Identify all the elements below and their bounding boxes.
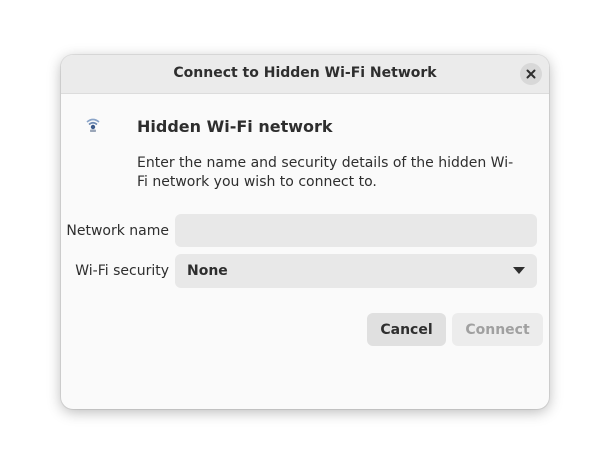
wifi-network-icon — [86, 118, 100, 132]
cancel-button[interactable]: Cancel — [367, 313, 446, 346]
titlebar: Connect to Hidden Wi-Fi Network — [61, 55, 549, 94]
close-icon — [526, 69, 536, 79]
connect-button[interactable]: Connect — [452, 313, 543, 346]
network-name-input[interactable] — [175, 214, 537, 247]
network-name-label: Network name — [66, 223, 169, 239]
close-button[interactable] — [520, 63, 542, 85]
dialog-description: Enter the name and security details of t… — [137, 155, 514, 190]
wifi-security-value: None — [187, 263, 228, 279]
wifi-security-label: Wi-Fi security — [75, 263, 169, 279]
hidden-wifi-dialog: Connect to Hidden Wi-Fi Network Hidden W… — [61, 55, 549, 409]
dropdown-arrow-icon — [513, 267, 525, 274]
dialog-title: Connect to Hidden Wi-Fi Network — [173, 65, 437, 81]
wifi-security-dropdown[interactable]: None — [175, 254, 537, 288]
dialog-heading: Hidden Wi-Fi network — [137, 117, 333, 136]
